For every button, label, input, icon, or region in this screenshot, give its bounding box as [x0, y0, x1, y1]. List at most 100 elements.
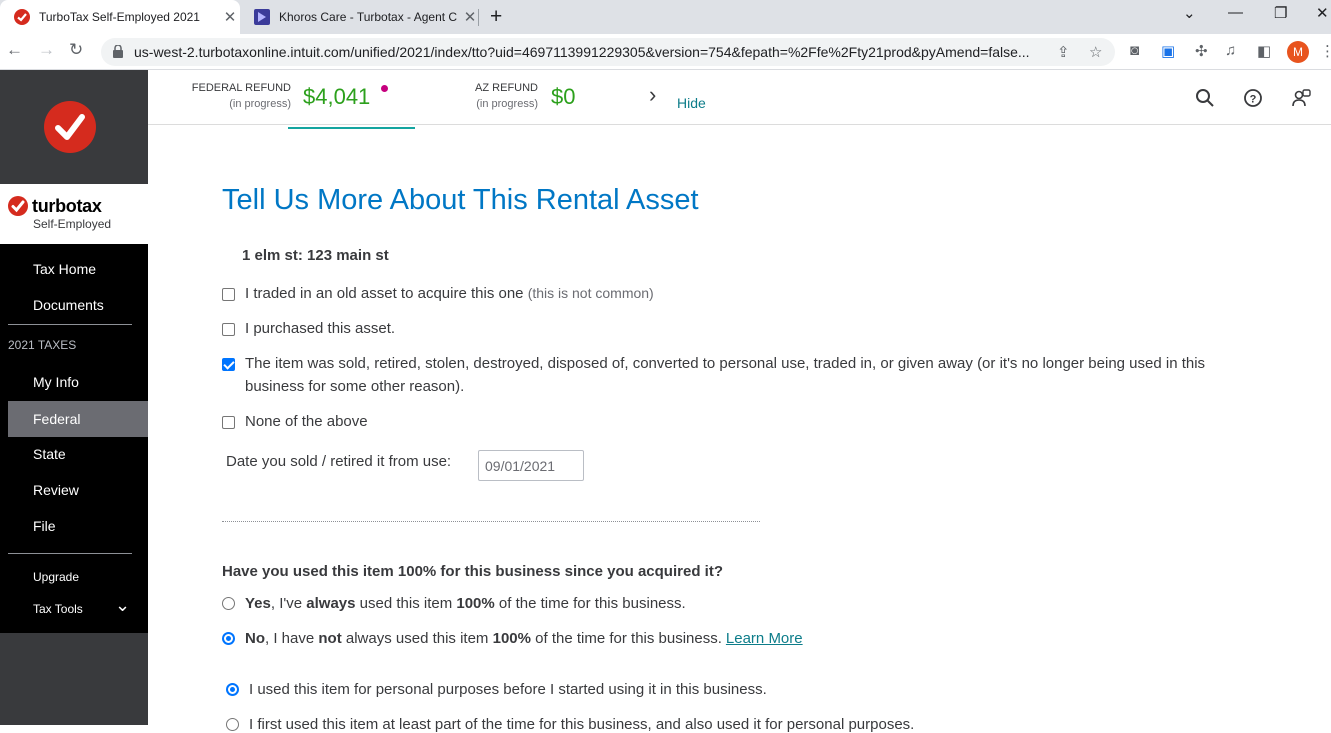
- radio-label-part: , I've: [270, 595, 307, 612]
- help-icon[interactable]: ?: [1243, 88, 1263, 108]
- media-control-icon[interactable]: ♫: [1225, 42, 1236, 59]
- tab-close-icon[interactable]: ✕: [220, 8, 240, 26]
- checkbox-row-sold-retired: The item was sold, retired, stolen, dest…: [222, 355, 1262, 398]
- extension-window-icon[interactable]: ▣: [1161, 42, 1175, 60]
- search-icon[interactable]: [1195, 88, 1215, 108]
- none-of-the-above-checkbox[interactable]: [222, 416, 235, 429]
- sidebar-item-review[interactable]: Review: [0, 472, 148, 508]
- checkbox-row-none: None of the above: [222, 413, 368, 433]
- radio-label-yes[interactable]: Yes, I've always used this item 100% of …: [245, 595, 686, 612]
- turbotax-favicon-icon: [14, 9, 30, 25]
- tab-search-icon[interactable]: ⌄: [1183, 4, 1196, 22]
- bookmark-star-icon[interactable]: ☆: [1089, 43, 1102, 61]
- brand-logo: turbotax Self-Employed: [0, 184, 148, 244]
- radio-label-part: No: [245, 630, 265, 647]
- radio-label-part: not: [318, 630, 342, 647]
- federal-refund-label: FEDERAL REFUND (in progress): [186, 80, 291, 112]
- sidebar-item-tax-tools[interactable]: Tax Tools: [33, 602, 83, 616]
- state-refund-label: AZ REFUND (in progress): [448, 80, 538, 112]
- no-radio[interactable]: [222, 632, 235, 645]
- state-refund-title: AZ REFUND: [475, 82, 538, 94]
- tab-separator: [478, 9, 479, 26]
- extensions-puzzle-icon[interactable]: ✣: [1195, 42, 1208, 60]
- federal-refund-amount[interactable]: $4,041: [303, 84, 370, 110]
- state-refund-amount[interactable]: $0: [551, 84, 575, 110]
- sidebar-item-federal[interactable]: Federal: [8, 401, 148, 437]
- sidebar-item-tax-home[interactable]: Tax Home: [0, 251, 148, 287]
- hide-refund-link[interactable]: Hide: [677, 95, 706, 111]
- khoros-favicon-icon: [254, 9, 270, 25]
- checkbox-label[interactable]: None of the above: [245, 410, 368, 433]
- learn-more-link[interactable]: Learn More: [726, 630, 803, 647]
- asset-name: 1 elm st: 123 main st: [242, 247, 389, 264]
- purchased-checkbox[interactable]: [222, 323, 235, 336]
- back-icon[interactable]: ←: [6, 40, 23, 60]
- brand-name: turbotax: [32, 196, 102, 216]
- url-text: us-west-2.turbotaxonline.intuit.com/unif…: [134, 44, 1030, 60]
- browser-tab-bar: TurboTax Self-Employed 2021 ✕ Khoros Car…: [0, 0, 1331, 34]
- federal-refund-title: FEDERAL REFUND: [191, 82, 291, 94]
- turbotax-logo-icon: [8, 196, 28, 216]
- brand-subtitle: Self-Employed: [33, 217, 112, 231]
- share-icon[interactable]: ⇪: [1057, 43, 1070, 61]
- browser-tab-khoros[interactable]: Khoros Care - Turbotax - Agent C ✕: [250, 0, 480, 34]
- turbotax-checkmark-icon[interactable]: [44, 101, 96, 153]
- new-tab-button[interactable]: +: [490, 5, 502, 29]
- traded-in-checkbox[interactable]: [222, 288, 235, 301]
- radio-label-part: , I have: [265, 630, 319, 647]
- federal-refund-status: (in progress): [229, 98, 291, 110]
- camera-icon[interactable]: ◙: [1130, 42, 1139, 59]
- checkbox-row-purchased: I purchased this asset.: [222, 320, 395, 340]
- radio-label-personal-before[interactable]: I used this item for personal purposes b…: [249, 681, 767, 698]
- chevron-right-icon[interactable]: ›: [649, 82, 656, 108]
- minimize-window-icon[interactable]: —: [1228, 4, 1243, 21]
- svg-text:?: ?: [1250, 94, 1257, 106]
- radio-label-part: 100%: [492, 630, 531, 647]
- date-sold-label: Date you sold / retired it from use:: [226, 453, 452, 470]
- radio-label-no[interactable]: No, I have not always used this item 100…: [245, 630, 803, 647]
- checkbox-label[interactable]: The item was sold, retired, stolen, dest…: [245, 352, 1262, 398]
- radio-row-personal-before: I used this item for personal purposes b…: [226, 681, 767, 698]
- checkbox-note: (this is not common): [527, 285, 654, 301]
- personal-before-radio[interactable]: [226, 683, 239, 696]
- chevron-down-icon[interactable]: ⌄: [115, 595, 130, 616]
- radio-label-part: Yes: [245, 595, 271, 612]
- sidebar-item-documents[interactable]: Documents: [0, 287, 148, 323]
- close-window-icon[interactable]: ✕: [1316, 4, 1329, 22]
- state-refund-status: (in progress): [476, 98, 538, 110]
- address-bar[interactable]: us-west-2.turbotaxonline.intuit.com/unif…: [101, 38, 1115, 66]
- sidebar-item-upgrade[interactable]: Upgrade: [33, 570, 79, 584]
- page-title: Tell Us More About This Rental Asset: [222, 184, 699, 216]
- radio-label-part: always: [306, 595, 356, 612]
- checkbox-row-traded-in: I traded in an old asset to acquire this…: [222, 285, 654, 305]
- checkmark-icon: [55, 114, 85, 140]
- yes-radio[interactable]: [222, 597, 235, 610]
- sidebar-divider: [8, 553, 132, 554]
- radio-row-yes: Yes, I've always used this item 100% of …: [222, 595, 686, 612]
- side-panel-icon[interactable]: ◧: [1257, 42, 1271, 60]
- profile-avatar[interactable]: M: [1287, 41, 1309, 63]
- date-sold-input[interactable]: [478, 450, 584, 481]
- sidebar-section-label: 2021 TAXES: [8, 338, 77, 352]
- browser-tab-turbotax[interactable]: TurboTax Self-Employed 2021 ✕: [0, 0, 240, 34]
- sidebar-item-my-info[interactable]: My Info: [0, 364, 148, 400]
- refund-monitor: FEDERAL REFUND (in progress) $4,041 AZ R…: [148, 70, 1331, 125]
- browser-menu-icon[interactable]: ⋮: [1320, 42, 1331, 60]
- forward-icon[interactable]: →: [38, 40, 55, 60]
- expert-help-icon[interactable]: [1291, 88, 1311, 108]
- sidebar-item-state[interactable]: State: [0, 436, 148, 472]
- radio-label-part: used this item: [355, 595, 457, 612]
- browser-toolbar: ← → ↻ us-west-2.turbotaxonline.intuit.co…: [0, 34, 1331, 70]
- tab-close-icon[interactable]: ✕: [460, 8, 480, 26]
- refund-change-indicator: [381, 85, 388, 92]
- restore-window-icon[interactable]: ❐: [1274, 4, 1287, 22]
- sidebar-item-file[interactable]: File: [0, 508, 148, 544]
- sold-retired-checkbox[interactable]: [222, 358, 235, 371]
- sidebar: turbotax Self-Employed Tax Home Document…: [0, 70, 148, 725]
- reload-icon[interactable]: ↻: [69, 40, 83, 60]
- business-use-question: Have you used this item 100% for this bu…: [222, 563, 723, 580]
- radio-row-no: No, I have not always used this item 100…: [222, 630, 803, 647]
- checkbox-label[interactable]: I traded in an old asset to acquire this…: [245, 282, 654, 305]
- checkbox-label[interactable]: I purchased this asset.: [245, 317, 395, 340]
- sidebar-header: [0, 70, 148, 184]
